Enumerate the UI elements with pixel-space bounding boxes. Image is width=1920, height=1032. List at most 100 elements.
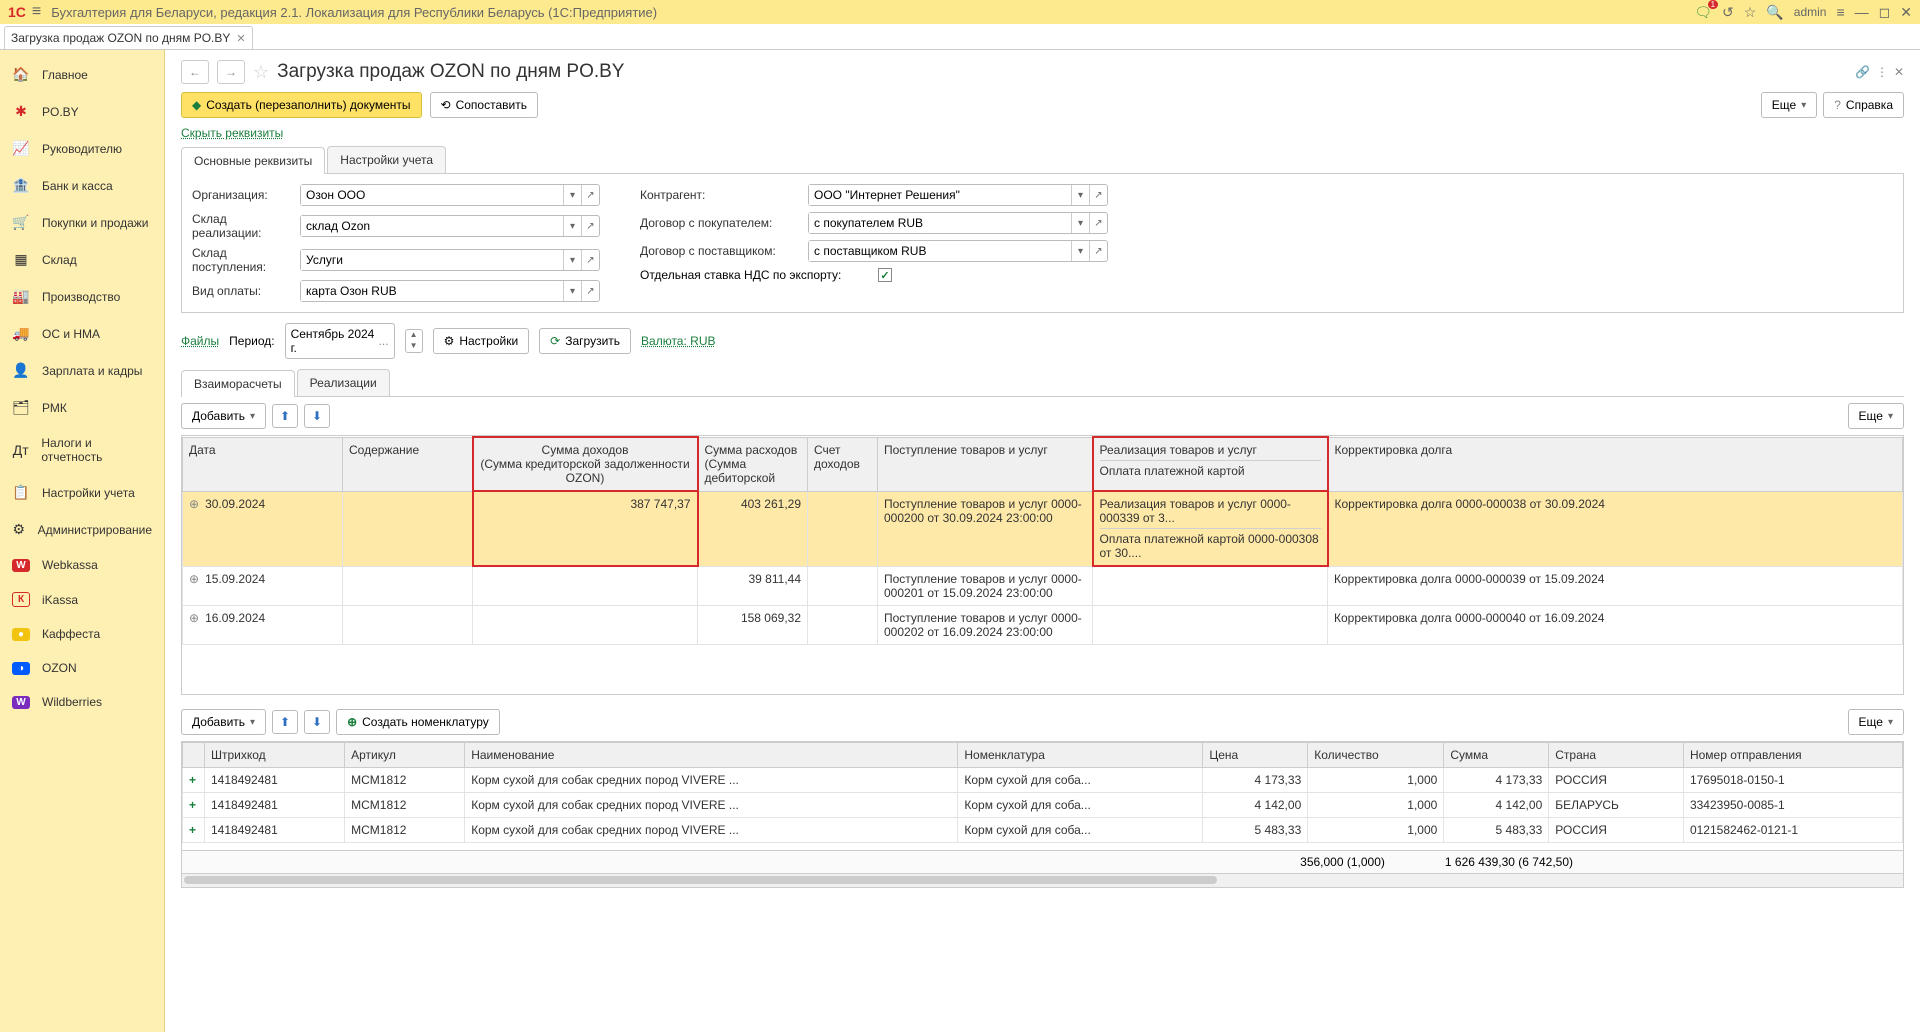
col-correction[interactable]: Корректировка долга: [1328, 437, 1903, 491]
col-header[interactable]: Номер отправления: [1683, 743, 1902, 768]
hide-requisites-link[interactable]: Скрыть реквизиты: [181, 126, 283, 140]
user-label[interactable]: admin: [1794, 5, 1827, 19]
open-icon[interactable]: ↗: [581, 216, 599, 236]
star-icon[interactable]: ☆: [253, 62, 269, 83]
document-tab[interactable]: Загрузка продаж OZON по дням PO.BY ✕: [4, 26, 253, 49]
dropdown-icon[interactable]: ▾: [1071, 213, 1089, 233]
period-input[interactable]: Сентябрь 2024 г....: [285, 323, 395, 359]
table-row[interactable]: +1418492481MCM1812Корм сухой для собак с…: [183, 793, 1903, 818]
create-documents-button[interactable]: ◆Создать (перезаполнить) документы: [181, 92, 422, 118]
open-icon[interactable]: ↗: [581, 250, 599, 270]
settings-button[interactable]: ⚙Настройки: [433, 328, 530, 354]
open-icon[interactable]: ↗: [1089, 241, 1107, 261]
table-row[interactable]: +1418492481MCM1812Корм сухой для собак с…: [183, 768, 1903, 793]
move-up2-button[interactable]: ⬆: [272, 710, 298, 734]
form-input[interactable]: ▾↗: [808, 212, 1108, 234]
sidebar-item[interactable]: 🗂РМК: [0, 389, 164, 426]
form-input[interactable]: ▾↗: [300, 184, 600, 206]
expand-icon[interactable]: ⊕: [189, 611, 199, 625]
col-account[interactable]: Счет доходов: [808, 437, 878, 491]
sidebar-item[interactable]: 🏠Главное: [0, 56, 164, 93]
more-table1-button[interactable]: Еще: [1848, 403, 1904, 429]
table-row[interactable]: ⊕16.09.2024158 069,32Поступление товаров…: [183, 605, 1903, 644]
col-content[interactable]: Содержание: [343, 437, 473, 491]
sidebar-item[interactable]: КiKassa: [0, 582, 164, 617]
close-form-icon[interactable]: ✕: [1894, 65, 1904, 79]
dropdown-icon[interactable]: ▾: [563, 185, 581, 205]
form-input[interactable]: ▾↗: [300, 249, 600, 271]
dropdown-icon[interactable]: ▾: [563, 250, 581, 270]
add-row2-button[interactable]: Добавить: [181, 709, 266, 735]
col-header[interactable]: Наименование: [465, 743, 958, 768]
col-header[interactable]: Сумма: [1444, 743, 1549, 768]
expand-icon[interactable]: ⊕: [189, 572, 199, 586]
move-up-button[interactable]: ⬆: [272, 404, 298, 428]
sidebar-item[interactable]: 🏦Банк и касса: [0, 167, 164, 204]
sidebar-item[interactable]: 📋Настройки учета: [0, 474, 164, 511]
files-link[interactable]: Файлы: [181, 334, 219, 348]
help-button[interactable]: ?Справка: [1823, 92, 1904, 118]
open-icon[interactable]: ↗: [1089, 185, 1107, 205]
table-row[interactable]: ⊕30.09.2024387 747,37403 261,29Поступлен…: [183, 491, 1903, 566]
col-receipt[interactable]: Поступление товаров и услуг: [878, 437, 1093, 491]
add-row-button[interactable]: Добавить: [181, 403, 266, 429]
sidebar-item[interactable]: WWildberries: [0, 685, 164, 719]
open-icon[interactable]: ↗: [1089, 213, 1107, 233]
sidebar-item[interactable]: 📈Руководителю: [0, 130, 164, 167]
tab-realizations[interactable]: Реализации: [297, 369, 390, 396]
dropdown-icon[interactable]: ▾: [563, 216, 581, 236]
vat-checkbox[interactable]: ✓: [878, 268, 892, 282]
sidebar-item[interactable]: WWebkassa: [0, 548, 164, 582]
link-icon[interactable]: 🔗: [1855, 65, 1870, 79]
compare-button[interactable]: ⟲Сопоставить: [430, 92, 538, 118]
nav-forward-button[interactable]: →: [217, 60, 245, 84]
dropdown-icon[interactable]: ▾: [563, 281, 581, 301]
form-input[interactable]: ▾↗: [300, 215, 600, 237]
form-input[interactable]: ▾↗: [808, 184, 1108, 206]
sidebar-item[interactable]: 🚚ОС и НМА: [0, 315, 164, 352]
dropdown-icon[interactable]: ▾: [1071, 241, 1089, 261]
form-input[interactable]: ▾↗: [300, 280, 600, 302]
tab-settlements[interactable]: Взаиморасчеты: [181, 370, 295, 397]
sidebar-item[interactable]: ⚙Администрирование: [0, 511, 164, 548]
sidebar-item[interactable]: ▦Склад: [0, 241, 164, 278]
dropdown-icon[interactable]: ▾: [1071, 185, 1089, 205]
form-input[interactable]: ▾↗: [808, 240, 1108, 262]
add-icon[interactable]: +: [189, 823, 196, 837]
currency-link[interactable]: Валюта: RUB: [641, 334, 715, 348]
add-icon[interactable]: +: [189, 798, 196, 812]
sidebar-item[interactable]: ДтНалоги и отчетность: [0, 426, 164, 474]
more-table2-button[interactable]: Еще: [1848, 709, 1904, 735]
more-button[interactable]: Еще: [1761, 92, 1817, 118]
open-icon[interactable]: ↗: [581, 281, 599, 301]
menu-icon[interactable]: ≡: [1836, 4, 1844, 20]
sidebar-item[interactable]: 🏭Производство: [0, 278, 164, 315]
maximize-icon[interactable]: ◻: [1879, 4, 1891, 21]
col-date[interactable]: Дата: [183, 437, 343, 491]
kebab-icon[interactable]: ⋮: [1876, 65, 1888, 79]
nav-back-button[interactable]: ←: [181, 60, 209, 84]
col-header[interactable]: Штрихкод: [205, 743, 345, 768]
history-icon[interactable]: ↺: [1722, 4, 1734, 21]
sidebar-item[interactable]: ◑OZON: [0, 651, 164, 685]
notification-icon[interactable]: 🗨1: [1694, 4, 1712, 21]
sidebar-item[interactable]: ●Каффеста: [0, 617, 164, 651]
add-icon[interactable]: +: [189, 773, 196, 787]
search-icon[interactable]: 🔍: [1766, 4, 1783, 21]
table-row[interactable]: ⊕15.09.202439 811,44Поступление товаров …: [183, 566, 1903, 605]
col-income[interactable]: Сумма доходов (Сумма кредиторской задолж…: [473, 437, 698, 491]
col-header[interactable]: Страна: [1549, 743, 1684, 768]
col-realization[interactable]: Реализация товаров и услуг Оплата платеж…: [1093, 437, 1328, 491]
open-icon[interactable]: ↗: [581, 185, 599, 205]
sidebar-item[interactable]: ✱PO.BY: [0, 93, 164, 130]
sidebar-item[interactable]: 🛒Покупки и продажи: [0, 204, 164, 241]
load-button[interactable]: ⟳Загрузить: [539, 328, 631, 354]
tab-accounting-settings[interactable]: Настройки учета: [327, 146, 446, 173]
col-header[interactable]: Цена: [1203, 743, 1308, 768]
create-nomenclature-button[interactable]: ⊕Создать номенклатуру: [336, 709, 500, 735]
tab-main-requisites[interactable]: Основные реквизиты: [181, 147, 325, 174]
minimize-icon[interactable]: —: [1855, 4, 1869, 20]
close-icon[interactable]: ✕: [1900, 4, 1912, 21]
tab-close-icon[interactable]: ✕: [236, 32, 245, 45]
expand-icon[interactable]: ⊕: [189, 497, 199, 511]
